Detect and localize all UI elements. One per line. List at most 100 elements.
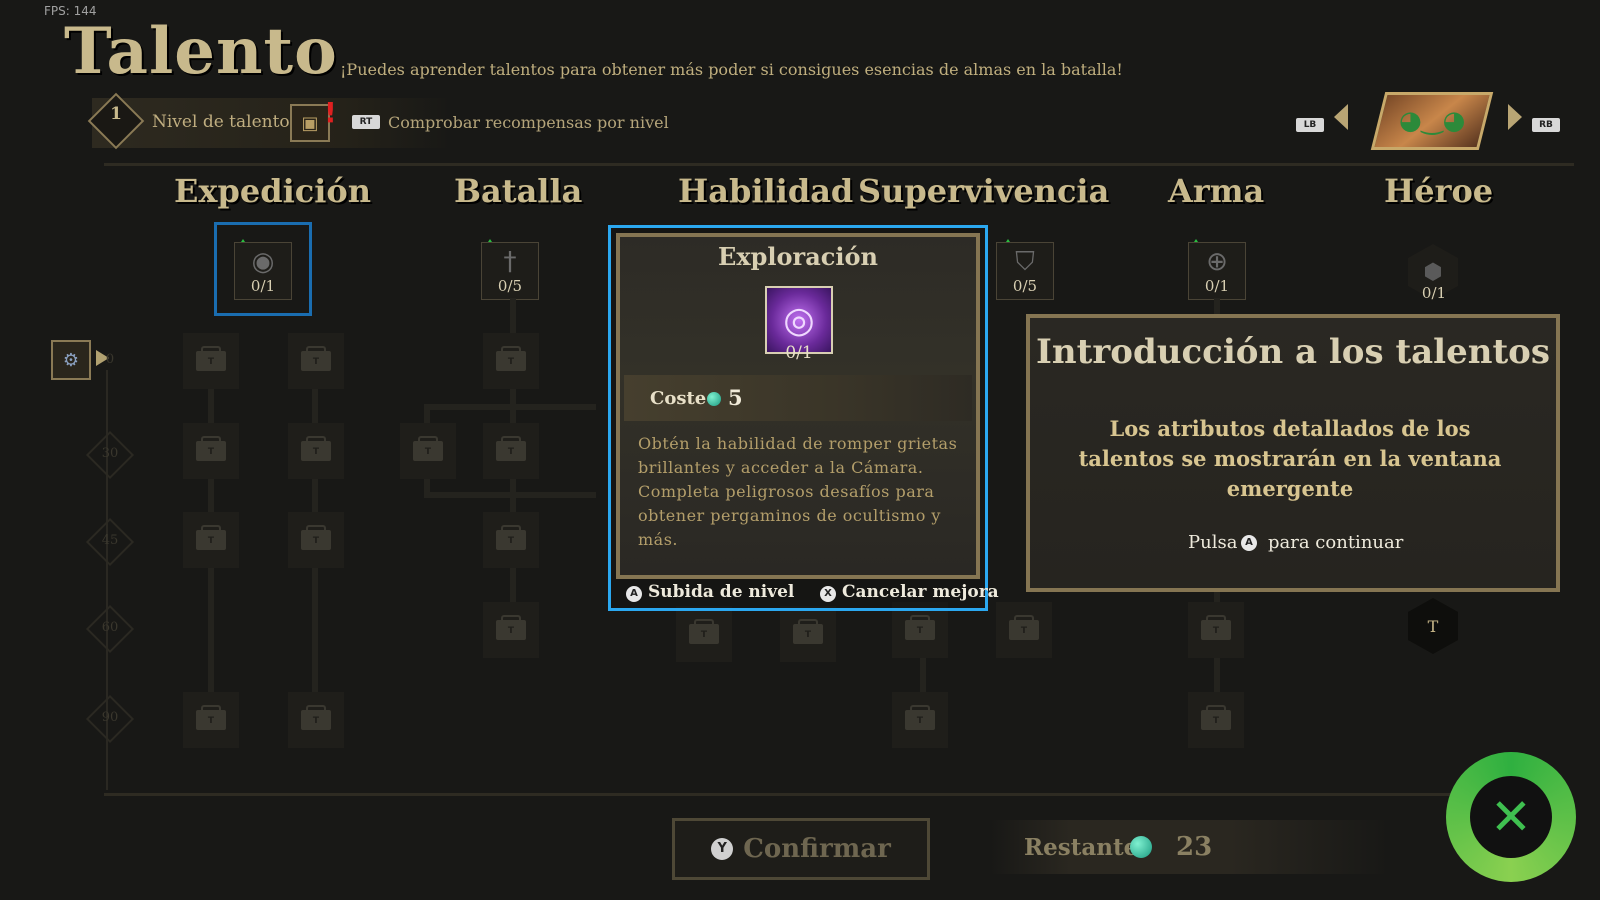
lock-icon: T [1427, 616, 1439, 636]
intro-title: Introducción a los talentos [1036, 332, 1550, 372]
x-button-icon: X [820, 586, 836, 602]
lock-icon: T [196, 525, 226, 550]
talent-arma[interactable]: ⊕ 0/1 [1188, 242, 1246, 300]
lb-button-icon[interactable]: LB [1296, 118, 1324, 132]
lock-icon: T [1201, 705, 1231, 730]
intro-text: Los atributos detallados de los talentos… [1078, 416, 1502, 501]
swirl-icon: ◉ [251, 247, 275, 277]
locked-talent-node[interactable]: T [483, 333, 539, 389]
lock-icon: T [196, 705, 226, 730]
talent-count: 0/1 [1204, 277, 1230, 295]
lock-icon: T [689, 619, 719, 644]
locked-talent-node[interactable]: T [288, 333, 344, 389]
intro-press-label: Pulsa [1188, 532, 1238, 553]
lock-icon: T [496, 615, 526, 640]
hero-face-icon: ◕‿◕ [1398, 106, 1466, 136]
talent-supervivencia[interactable]: ⛉ 0/5 [996, 242, 1054, 300]
talent-description: Obtén la habilidad de romper grietas bri… [638, 434, 958, 549]
lock-icon: T [496, 346, 526, 371]
next-hero-arrow-icon[interactable] [1508, 104, 1522, 130]
locked-talent-node[interactable]: T [780, 606, 836, 662]
lock-icon: T [1201, 615, 1231, 640]
talent-count: 0/5 [497, 277, 523, 295]
talent-count: 0/5 [1012, 277, 1038, 295]
xbox-x-icon: ✕ [1470, 776, 1552, 858]
talent-count: 0/1 [1421, 284, 1447, 302]
footer-divider [104, 793, 1454, 796]
lock-icon: T [301, 346, 331, 371]
lock-icon: T [905, 705, 935, 730]
locked-talent-node[interactable]: T [183, 692, 239, 748]
rt-button-icon[interactable]: RT [352, 115, 380, 129]
locked-talent-node[interactable]: T [483, 423, 539, 479]
level-up-button[interactable]: Subida de nivel [648, 582, 794, 602]
cost-value: 5 [728, 385, 743, 410]
confirm-label: Confirmar [743, 834, 891, 864]
locked-talent-node[interactable]: T [996, 602, 1052, 658]
a-button-icon: A [626, 586, 642, 602]
row-level: 0 [105, 352, 115, 367]
column-header-supervivencia: Supervivencia [858, 172, 1110, 210]
lock-icon: T [196, 346, 226, 371]
page-title: Talento [64, 14, 338, 89]
hex-icon: ⬢ [1423, 259, 1443, 285]
lock-icon: T [413, 436, 443, 461]
locked-talent-node[interactable]: T [183, 512, 239, 568]
cancel-upgrade-button[interactable]: Cancelar mejora [842, 582, 999, 602]
lock-icon: T [1009, 615, 1039, 640]
row-level: 30 [101, 446, 119, 461]
locked-talent-node[interactable]: T [1188, 692, 1244, 748]
locked-talent-node[interactable]: T [183, 423, 239, 479]
connector [424, 404, 596, 410]
locked-talent-node[interactable]: T [1408, 598, 1458, 654]
remaining-value: 23 [1176, 832, 1213, 862]
column-header-heroe: Héroe [1384, 172, 1494, 210]
column-header-arma: Arma [1168, 172, 1265, 210]
column-header-expedicion: Expedición [174, 172, 371, 210]
talent-detail-count: 0/1 [785, 343, 813, 363]
lock-icon: T [905, 615, 935, 640]
crosshair-icon: ⊕ [1206, 247, 1228, 277]
hero-portrait[interactable]: ◕‿◕ [1370, 92, 1494, 150]
talent-expedicion[interactable]: ◉ 0/1 [234, 242, 292, 300]
row-level: 60 [101, 620, 119, 635]
lock-icon: T [496, 436, 526, 461]
sword-icon: † [503, 247, 517, 277]
locked-talent-node[interactable]: T [288, 512, 344, 568]
lock-icon: T [196, 436, 226, 461]
talent-level-label: Nivel de talento [152, 112, 290, 132]
confirm-button[interactable]: Y Confirmar [672, 818, 930, 880]
page-subtitle: ¡Puedes aprender talentos para obtener m… [340, 60, 1123, 79]
column-header-habilidad: Habilidad [678, 172, 854, 210]
a-button-icon[interactable]: A [1241, 535, 1257, 551]
talent-detail-title: Exploración [718, 242, 878, 271]
soul-essence-icon [707, 392, 721, 406]
locked-talent-node[interactable]: T [183, 333, 239, 389]
alert-icon: ! [324, 96, 337, 129]
lock-icon: T [793, 619, 823, 644]
header-divider [104, 163, 1574, 166]
row-level: 45 [101, 533, 119, 548]
talent-batalla[interactable]: † 0/5 [481, 242, 539, 300]
locked-talent-node[interactable]: T [1188, 602, 1244, 658]
check-rewards-link[interactable]: Comprobar recompensas por nivel [388, 113, 669, 132]
cost-label: Coste [650, 388, 707, 409]
locked-talent-node[interactable]: T [483, 512, 539, 568]
locked-talent-node[interactable]: T [288, 423, 344, 479]
locked-talent-node[interactable]: T [892, 692, 948, 748]
talent-level-number: 1 [110, 104, 122, 124]
locked-talent-node[interactable]: T [400, 423, 456, 479]
locked-talent-node[interactable]: T [483, 602, 539, 658]
locked-talent-node[interactable]: T [676, 606, 732, 662]
lock-icon: T [496, 525, 526, 550]
lock-icon: T [301, 436, 331, 461]
lock-icon: T [301, 525, 331, 550]
y-button-icon: Y [711, 838, 734, 860]
column-header-batalla: Batalla [454, 172, 583, 210]
prev-hero-arrow-icon[interactable] [1334, 104, 1348, 130]
intro-continue-label: para continuar [1268, 532, 1404, 553]
shield-icon: ⛉ [1015, 247, 1035, 277]
lock-icon: T [301, 705, 331, 730]
locked-talent-node[interactable]: T [288, 692, 344, 748]
rb-button-icon[interactable]: RB [1532, 118, 1560, 132]
